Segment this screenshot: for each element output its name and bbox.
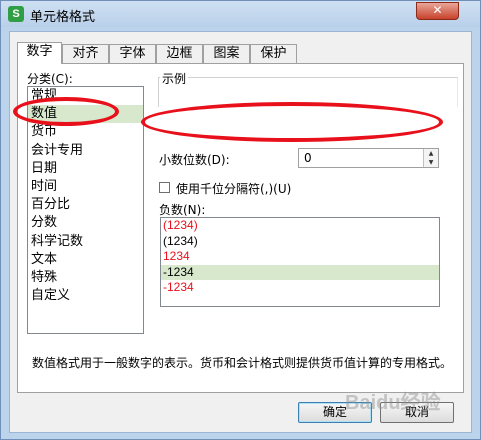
negative-format-item[interactable]: -1234 xyxy=(161,280,439,296)
close-button[interactable]: ✕ xyxy=(416,2,459,20)
category-item[interactable]: 百分比 xyxy=(28,196,143,214)
spin-down-icon[interactable]: ▼ xyxy=(424,158,438,167)
decimal-places-value: 0 xyxy=(304,151,312,165)
category-item[interactable]: 货币 xyxy=(28,123,143,141)
tab-font[interactable]: 字体 xyxy=(109,44,156,63)
dialog-title: 单元格格式 xyxy=(30,10,96,25)
negative-numbers-list[interactable]: (1234) (1234) 1234 -1234 -1234 xyxy=(160,217,440,307)
dialog-window: S 单元格格式 ✕ 数字 对齐 字体 边框 图案 保护 分类(C): 常规 数值… xyxy=(0,0,481,440)
negative-format-item[interactable]: 1234 xyxy=(161,249,439,265)
category-item[interactable]: 文本 xyxy=(28,251,143,269)
cancel-button[interactable]: 取消 xyxy=(380,402,454,423)
negative-numbers-label: 负数(N): xyxy=(159,203,206,217)
sample-group xyxy=(158,77,458,107)
category-item[interactable]: 常规 xyxy=(28,87,143,105)
negative-format-item[interactable]: (1234) xyxy=(161,218,439,234)
format-description: 数值格式用于一般数字的表示。货币和会计格式则提供货币值计算的专用格式。 xyxy=(32,356,453,370)
dialog-client: 数字 对齐 字体 边框 图案 保护 分类(C): 常规 数值 货币 会计专用 日… xyxy=(9,31,472,433)
category-item-selected[interactable]: 数值 xyxy=(28,105,143,124)
category-item[interactable]: 特殊 xyxy=(28,269,143,287)
thousands-separator-label: 使用千位分隔符(,)(U) xyxy=(176,182,292,196)
category-item[interactable]: 科学记数 xyxy=(28,233,143,251)
tab-panel-number: 分类(C): 常规 数值 货币 会计专用 日期 时间 百分比 分数 科学记数 文… xyxy=(17,63,464,393)
tab-protection[interactable]: 保护 xyxy=(250,44,297,63)
decimal-places-spinner[interactable]: ▲ ▼ xyxy=(423,149,438,167)
category-list[interactable]: 常规 数值 货币 会计专用 日期 时间 百分比 分数 科学记数 文本 特殊 自定… xyxy=(27,86,144,334)
negative-format-item-selected[interactable]: -1234 xyxy=(161,264,439,280)
category-item[interactable]: 自定义 xyxy=(28,287,143,305)
thousands-separator-checkbox[interactable] xyxy=(159,182,170,193)
title-bar[interactable]: S 单元格格式 ✕ xyxy=(1,1,480,27)
category-item[interactable]: 日期 xyxy=(28,160,143,178)
close-icon: ✕ xyxy=(432,3,443,17)
tab-alignment[interactable]: 对齐 xyxy=(62,44,109,63)
spin-up-icon[interactable]: ▲ xyxy=(424,149,438,158)
tab-border[interactable]: 边框 xyxy=(156,44,203,63)
decimal-places-label: 小数位数(D): xyxy=(159,153,230,167)
negative-format-item[interactable]: (1234) xyxy=(161,234,439,250)
wps-spreadsheet-icon: S xyxy=(8,6,24,22)
decimal-places-input[interactable]: 0 ▲ ▼ xyxy=(298,148,439,168)
tab-number[interactable]: 数字 xyxy=(17,42,62,64)
category-label: 分类(C): xyxy=(27,72,73,86)
tab-pattern[interactable]: 图案 xyxy=(203,44,250,63)
ok-button[interactable]: 确定 xyxy=(298,402,372,423)
category-item[interactable]: 时间 xyxy=(28,178,143,196)
category-item[interactable]: 会计专用 xyxy=(28,142,143,160)
sample-label: 示例 xyxy=(160,70,189,87)
category-item[interactable]: 分数 xyxy=(28,214,143,232)
